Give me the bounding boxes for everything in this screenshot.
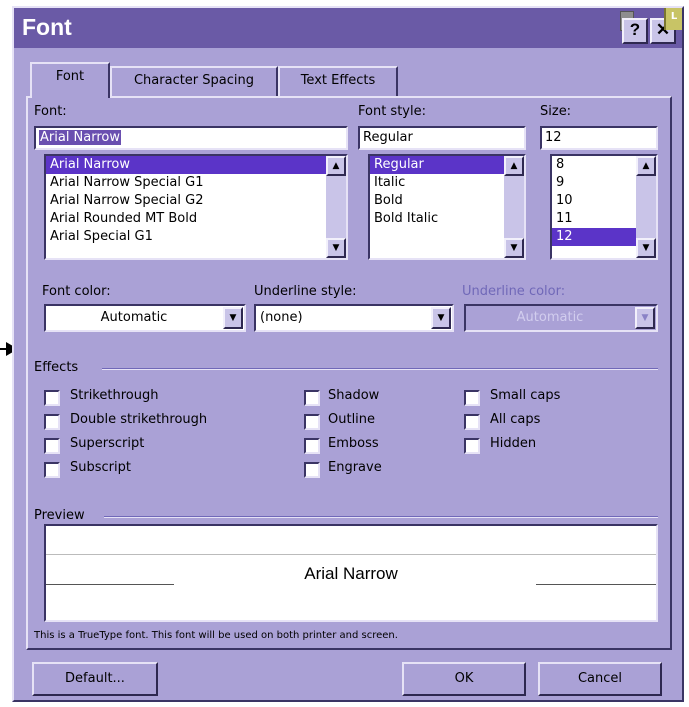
- small-caps-label[interactable]: Small caps: [490, 388, 560, 403]
- preview-topline: [46, 554, 656, 555]
- preview-group-label: Preview: [34, 508, 85, 523]
- font-list-item[interactable]: Arial Rounded MT Bold: [46, 210, 346, 228]
- font-style-list[interactable]: Regular Italic Bold Bold Italic ▲ ▼: [368, 154, 526, 260]
- chevron-down-icon: ▼: [635, 307, 655, 329]
- small-caps-checkbox[interactable]: [464, 390, 480, 406]
- font-style-list-item[interactable]: Bold Italic: [370, 210, 524, 228]
- size-input[interactable]: 12: [540, 126, 658, 150]
- font-list-item[interactable]: Arial Narrow Special G2: [46, 192, 346, 210]
- superscript-label[interactable]: Superscript: [70, 436, 144, 451]
- font-style-list-item[interactable]: Bold: [370, 192, 524, 210]
- chevron-down-icon[interactable]: ▼: [223, 307, 243, 329]
- preview-sample-text: Arial Narrow: [304, 564, 398, 583]
- corner-badge: L: [664, 8, 682, 30]
- help-button[interactable]: ?: [622, 18, 648, 44]
- font-name-input[interactable]: Arial Narrow: [34, 126, 348, 150]
- tab-text-effects[interactable]: Text Effects: [278, 66, 398, 96]
- chevron-down-icon[interactable]: ▼: [431, 307, 451, 329]
- preview-divider: [104, 516, 658, 518]
- font-list-item[interactable]: Arial Special G1: [46, 228, 346, 246]
- size-label: Size:: [540, 104, 572, 119]
- font-style-input[interactable]: Regular: [358, 126, 526, 150]
- font-color-value: Automatic: [100, 310, 168, 325]
- subscript-label[interactable]: Subscript: [70, 460, 131, 475]
- strikethrough-checkbox[interactable]: [44, 390, 60, 406]
- underline-style-label: Underline style:: [254, 284, 357, 299]
- underline-color-select: Automatic ▼: [464, 304, 658, 332]
- effects-group-label: Effects: [34, 360, 79, 375]
- font-label: Font:: [34, 104, 67, 119]
- font-style-list-item[interactable]: Italic: [370, 174, 524, 192]
- underline-style-value: (none): [260, 310, 303, 325]
- scroll-up-icon[interactable]: ▲: [504, 156, 524, 176]
- size-list-scrollbar[interactable]: ▲ ▼: [636, 156, 656, 258]
- scroll-down-icon[interactable]: ▼: [504, 238, 524, 258]
- font-list-item[interactable]: Arial Narrow Special G1: [46, 174, 346, 192]
- font-dialog: Font ? ✕ L Font Character Spacing Text E…: [12, 6, 684, 702]
- font-style-list-item[interactable]: Regular: [370, 156, 524, 174]
- shadow-checkbox[interactable]: [304, 390, 320, 406]
- font-color-label: Font color:: [42, 284, 111, 299]
- size-list[interactable]: 8 9 10 11 12 ▲ ▼: [550, 154, 658, 260]
- double-strikethrough-checkbox[interactable]: [44, 414, 60, 430]
- effects-divider: [102, 368, 658, 370]
- hidden-checkbox[interactable]: [464, 438, 480, 454]
- all-caps-checkbox[interactable]: [464, 414, 480, 430]
- scroll-up-icon[interactable]: ▲: [636, 156, 656, 176]
- emboss-label[interactable]: Emboss: [328, 436, 379, 451]
- outline-checkbox[interactable]: [304, 414, 320, 430]
- default-button[interactable]: Default...: [32, 662, 158, 696]
- scroll-down-icon[interactable]: ▼: [326, 238, 346, 258]
- outline-label[interactable]: Outline: [328, 412, 375, 427]
- font-color-select[interactable]: Automatic ▼: [44, 304, 246, 332]
- strikethrough-label[interactable]: Strikethrough: [70, 388, 158, 403]
- superscript-checkbox[interactable]: [44, 438, 60, 454]
- underline-color-label: Underline color:: [462, 284, 566, 299]
- emboss-checkbox[interactable]: [304, 438, 320, 454]
- all-caps-label[interactable]: All caps: [490, 412, 540, 427]
- tab-character-spacing[interactable]: Character Spacing: [110, 66, 278, 96]
- hidden-label[interactable]: Hidden: [490, 436, 536, 451]
- font-style-label: Font style:: [358, 104, 426, 119]
- double-strikethrough-label[interactable]: Double strikethrough: [70, 412, 207, 427]
- underline-color-value: Automatic: [516, 310, 584, 325]
- font-list-item[interactable]: Arial Narrow: [46, 156, 346, 174]
- underline-style-select[interactable]: (none) ▼: [254, 304, 454, 332]
- engrave-label[interactable]: Engrave: [328, 460, 382, 475]
- font-name-value: Arial Narrow: [39, 130, 122, 145]
- font-style-scrollbar[interactable]: ▲ ▼: [504, 156, 524, 258]
- scroll-up-icon[interactable]: ▲: [326, 156, 346, 176]
- window-title: Font: [22, 14, 72, 40]
- font-list[interactable]: Arial Narrow Arial Narrow Special G1 Ari…: [44, 154, 348, 260]
- subscript-checkbox[interactable]: [44, 462, 60, 478]
- engrave-checkbox[interactable]: [304, 462, 320, 478]
- scroll-down-icon[interactable]: ▼: [636, 238, 656, 258]
- cancel-button[interactable]: Cancel: [538, 662, 662, 696]
- title-bar[interactable]: Font ? ✕ L: [14, 8, 682, 48]
- font-info-text: This is a TrueType font. This font will …: [34, 630, 398, 641]
- preview-baseline-right: [536, 584, 656, 585]
- preview-baseline-left: [46, 584, 174, 585]
- shadow-label[interactable]: Shadow: [328, 388, 379, 403]
- tab-font[interactable]: Font: [30, 62, 110, 98]
- ok-button[interactable]: OK: [402, 662, 526, 696]
- font-list-scrollbar[interactable]: ▲ ▼: [326, 156, 346, 258]
- preview-box: Arial Narrow: [44, 524, 658, 622]
